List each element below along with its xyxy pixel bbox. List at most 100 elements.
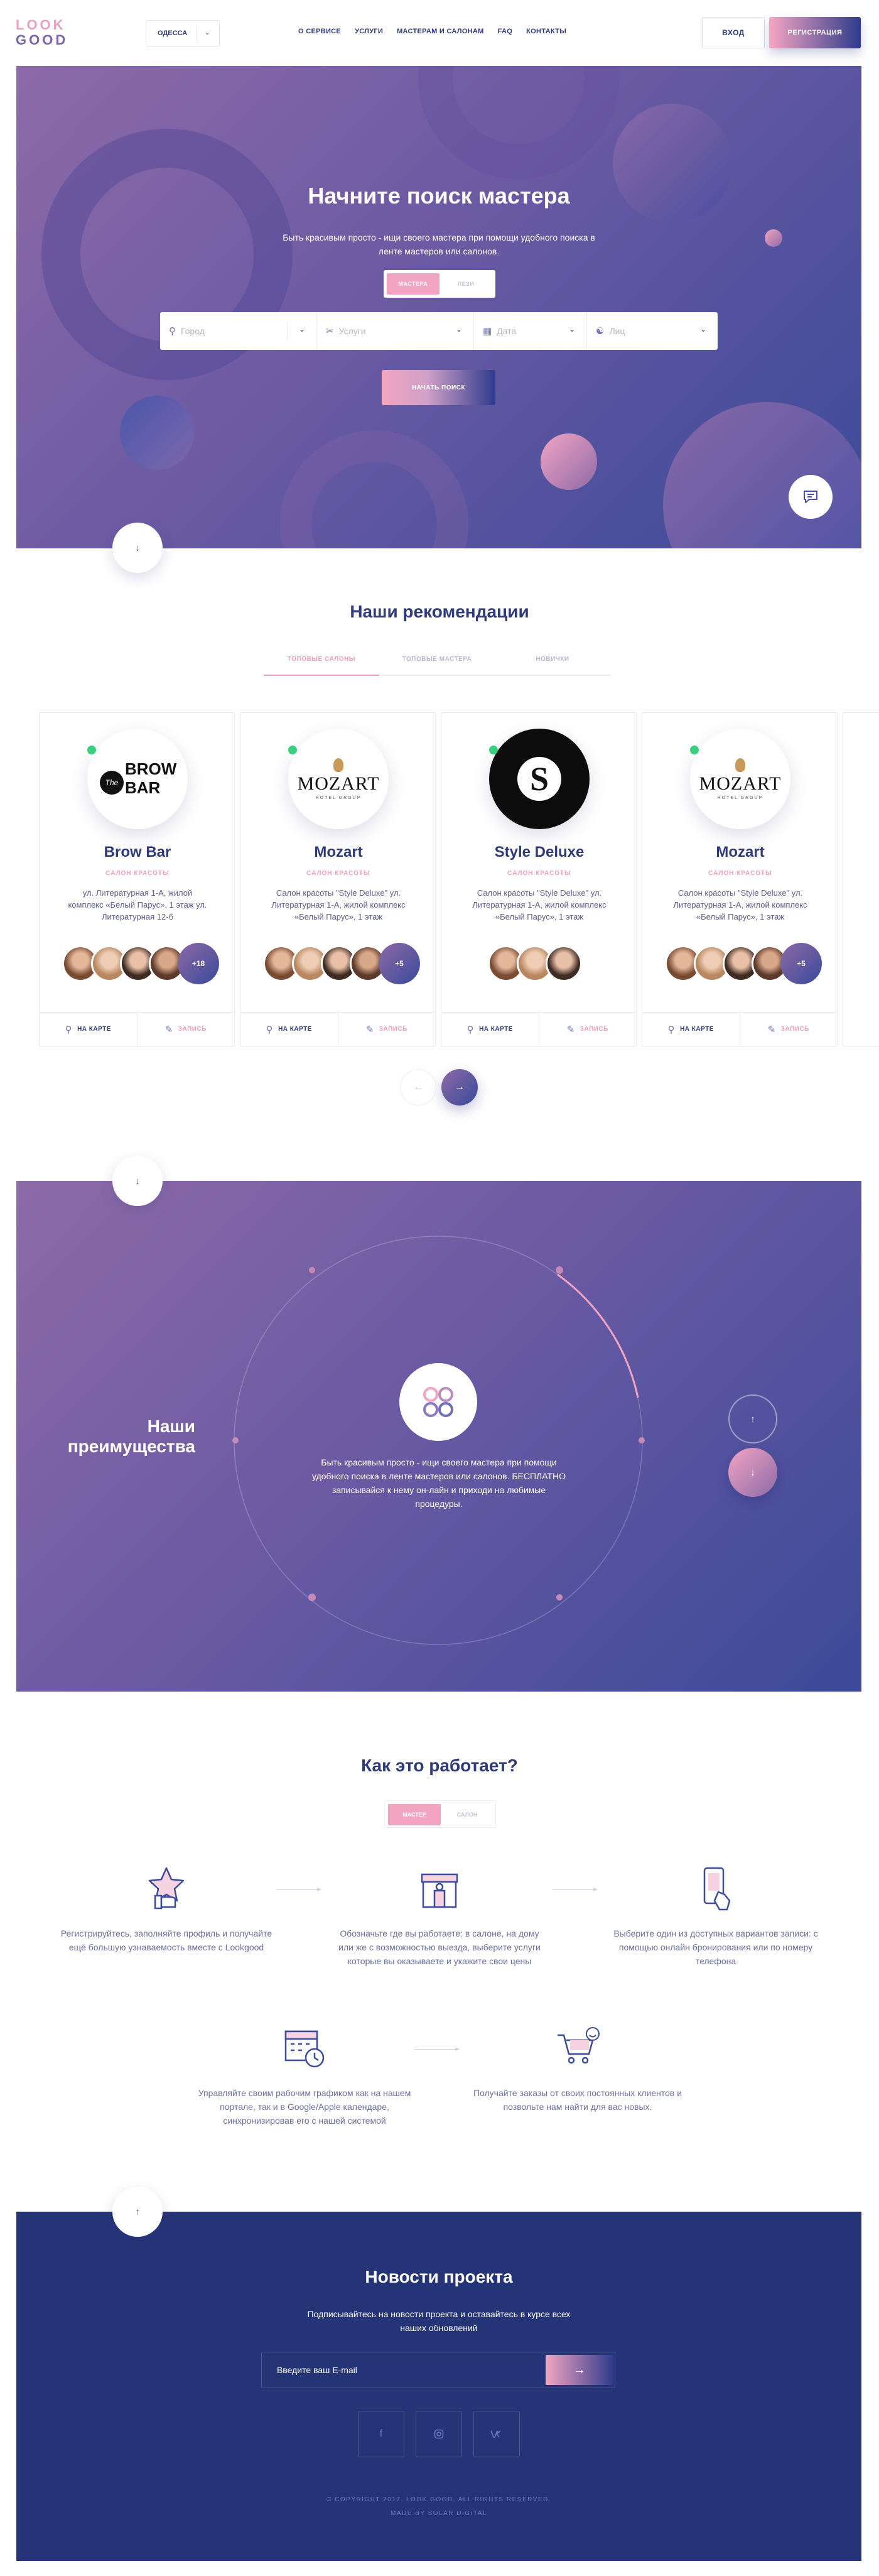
arrow-left-icon: ←: [413, 1082, 423, 1092]
active-tab-underline: [264, 675, 379, 676]
more-staff-badge[interactable]: +5: [379, 943, 420, 984]
salon-type: САЛОН КРАСОТЫ: [507, 870, 571, 877]
calendar-clock-icon: [278, 2021, 332, 2075]
salon-card[interactable]: S Style Deluxe САЛОН КРАСОТЫ Салон красо…: [441, 712, 637, 1046]
staff-avatars: +5: [665, 943, 822, 987]
salon-card[interactable]: MOZART HOTEL GROUP Mozart САЛОН КРАСОТЫ …: [642, 712, 838, 1046]
salon-address: Салон красоты "Style Deluxe" ул. Литерат…: [673, 888, 807, 921]
on-map-button[interactable]: ⚲ НА КАРТЕ: [40, 1013, 138, 1046]
brow-bar-logo: The BROW BAR: [100, 757, 176, 801]
tab-newcomers[interactable]: НОВИЧКИ: [495, 656, 610, 663]
nav-masters-salons[interactable]: МАСТЕРАМ И САЛОНАМ: [397, 28, 484, 35]
city-select[interactable]: ОДЕССА ⌄: [146, 20, 220, 46]
how-it-works-title: Как это работает?: [361, 1756, 518, 1775]
logo-line-2: GOOD: [16, 32, 68, 48]
header: LOOK GOOD ОДЕССА ⌄ О СЕРВИСЕ УСЛУГИ МАСТ…: [0, 0, 879, 66]
scroll-down-button[interactable]: ↓: [112, 1156, 163, 1206]
decor-ball: [541, 433, 597, 490]
staff-avatars: +18: [62, 943, 219, 987]
search-mode-toggle: МАСТЕРА ЛЕЗИ: [384, 270, 495, 298]
salon-card[interactable]: MOZART HOTEL GROUP Mozart САЛОН КРАСОТЫ …: [240, 712, 436, 1046]
nav-faq[interactable]: FAQ: [498, 28, 513, 35]
salon-name: Style Deluxe: [494, 844, 585, 861]
chat-icon[interactable]: [789, 475, 833, 519]
pencil-icon: ✎: [164, 1024, 173, 1035]
toggle-master[interactable]: МАСТЕР: [388, 1804, 441, 1825]
avatar[interactable]: [546, 945, 582, 982]
on-map-button[interactable]: ⚲ НА КАРТЕ: [642, 1013, 740, 1046]
card-footer: ⚲ НА КАРТЕ ✎ ЗАПИСЬ: [240, 1012, 435, 1046]
chevron-down-icon: ⌄: [699, 325, 706, 334]
step-text: Управляйте своим рабочим графиком как на…: [198, 2088, 411, 2126]
salon-logo: MOZART HOTEL GROUP: [288, 729, 389, 829]
online-indicator: [288, 746, 297, 754]
date-field[interactable]: ▦ Дата ⌄: [474, 312, 587, 350]
nav-about[interactable]: О СЕРВИСЕ: [298, 28, 341, 35]
carousel-prev-button[interactable]: ←: [400, 1069, 436, 1106]
nav-services[interactable]: УСЛУГИ: [355, 28, 383, 35]
mozart-logo: MOZART HOTEL GROUP: [298, 758, 380, 800]
decor-ball: [120, 396, 194, 470]
carousel-next-button[interactable]: →: [441, 1069, 478, 1106]
advantages-next-button[interactable]: ↓: [728, 1448, 777, 1497]
more-staff-badge[interactable]: +5: [780, 943, 822, 984]
more-staff-badge[interactable]: +18: [178, 943, 219, 984]
salon-card[interactable]: The BROW BAR Brow Bar САЛОН КРАСОТЫ ул. …: [39, 712, 235, 1046]
logo-tagline: HOTEL GROUP: [717, 795, 763, 800]
on-map-label: НА КАРТЕ: [479, 1026, 513, 1033]
tab-top-masters[interactable]: ТОПОВЫЕ МАСТЕРА: [379, 656, 495, 663]
how-step: Обозначьте где вы работаете: в салоне, н…: [333, 1861, 546, 1968]
persons-field[interactable]: ☯ Лиц ⌄: [587, 312, 718, 350]
thumb-star-icon: [139, 1861, 193, 1915]
subscribe-button[interactable]: →: [546, 2355, 613, 2385]
scroll-top-button[interactable]: ↑: [112, 2187, 163, 2237]
chevron-down-icon: ⌄: [204, 28, 211, 36]
crest-icon: [735, 758, 745, 772]
services-field[interactable]: ✂ Услуги ⌄: [317, 312, 474, 350]
instagram-icon[interactable]: [416, 2411, 462, 2457]
copyright: © COPYRIGHT 2017. LOOK GOOD. ALL RIGHTS …: [16, 2493, 861, 2521]
toggle-salon[interactable]: САЛОН: [441, 1804, 493, 1825]
scroll-down-button[interactable]: ↓: [112, 523, 163, 573]
on-map-label: НА КАРТЕ: [680, 1026, 714, 1033]
logo-tagline: HOTEL GROUP: [315, 795, 362, 800]
on-map-button[interactable]: ⚲ НА КАРТЕ: [240, 1013, 338, 1046]
salon-logo: MOZART HOTEL GROUP: [690, 729, 790, 829]
search-bar: ⚲ Город ⌄ ✂ Услуги ⌄ ▦ Дата ⌄ ☯ Лиц ⌄: [160, 312, 718, 350]
cart-smile-icon: [551, 2021, 605, 2075]
book-button[interactable]: ✎ ЗАПИСЬ: [138, 1013, 235, 1046]
toggle-other[interactable]: ЛЕЗИ: [440, 273, 492, 295]
city-select-value: ОДЕССА: [158, 30, 188, 37]
nav-contacts[interactable]: КОНТАКТЫ: [526, 28, 566, 35]
email-field[interactable]: Введите ваш E-mail: [277, 2365, 357, 2375]
logo-wordmark: MOZART: [297, 773, 380, 794]
salon-name: Brow Bar: [104, 844, 171, 861]
step-text: Регистрируйтесь, заполняйте профиль и по…: [60, 1928, 272, 1952]
recommendation-tabs: ТОПОВЫЕ САЛОНЫ ТОПОВЫЕ МАСТЕРА НОВИЧКИ: [264, 644, 610, 676]
city-field[interactable]: ⚲ Город ⌄: [160, 312, 317, 350]
login-button[interactable]: ВХОД: [702, 17, 765, 48]
on-map-button[interactable]: ⚲ НА КАРТЕ: [441, 1013, 539, 1046]
logo[interactable]: LOOK GOOD: [16, 18, 72, 48]
tab-top-salons[interactable]: ТОПОВЫЕ САЛОНЫ: [264, 656, 379, 663]
register-button[interactable]: РЕГИСТРАЦИЯ: [769, 17, 861, 48]
arrow-down-icon: ↓: [135, 1175, 140, 1187]
arrow-right-icon: [553, 1888, 598, 1891]
online-indicator: [87, 746, 96, 754]
book-button[interactable]: ✎ ЗАПИСЬ: [338, 1013, 436, 1046]
how-step: Регистрируйтесь, заполняйте профиль и по…: [60, 1861, 273, 1954]
news-section: Новости проекта Подписывайтесь на новост…: [16, 2212, 861, 2561]
book-button[interactable]: ✎ ЗАПИСЬ: [539, 1013, 637, 1046]
salon-name: Mozart: [716, 844, 765, 861]
book-button[interactable]: ✎ ЗАПИСЬ: [740, 1013, 838, 1046]
vk-icon[interactable]: [473, 2411, 520, 2457]
toggle-masters[interactable]: МАСТЕРА: [387, 273, 440, 295]
start-search-button[interactable]: НАЧАТЬ ПОИСК: [382, 370, 495, 405]
salon-card-partial[interactable]: [843, 712, 879, 1046]
location-pin-icon: ⚲: [667, 1024, 676, 1035]
advantages-prev-button[interactable]: ↑: [728, 1394, 777, 1443]
logo-line-1: LOOK: [16, 17, 66, 33]
facebook-icon[interactable]: f: [358, 2411, 404, 2457]
step-text: Выберите один из доступных вариантов зап…: [613, 1928, 818, 1966]
chevron-down-icon: ⌄: [568, 325, 575, 334]
